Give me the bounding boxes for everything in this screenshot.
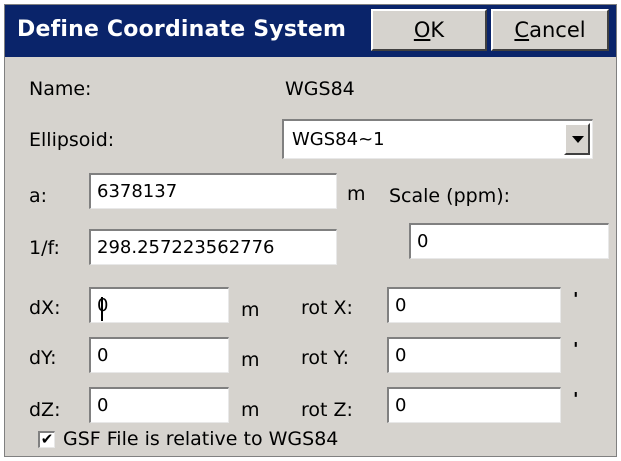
cancel-button[interactable]: Cancel [491,9,609,51]
ellipsoid-select[interactable]: WGS84~1 [282,119,593,159]
name-label: Name: [29,78,92,100]
rot-z-label: rot Z: [301,399,353,421]
ok-label-rest: K [430,18,445,42]
dz-unit: m [241,399,260,421]
inverse-flattening-label: 1/f: [29,237,60,259]
cancel-label-rest: ancel [529,18,586,42]
ok-button[interactable]: OK [371,9,487,51]
define-coordinate-system-dialog: Define Coordinate System OK Cancel Name:… [4,4,617,457]
dy-unit: m [241,349,260,371]
ellipsoid-label: Ellipsoid: [29,129,115,151]
cancel-mnemonic: C [514,18,530,42]
dz-input[interactable] [89,387,229,423]
text-cursor [101,297,103,321]
gsf-relative-checkbox[interactable]: ✔ [38,431,55,448]
dx-label: dX: [29,297,61,319]
a-label: a: [29,185,48,207]
a-input[interactable] [89,173,337,209]
a-unit: m [347,183,366,205]
inverse-flattening-input[interactable] [89,229,337,265]
dz-label: dZ: [29,399,61,421]
rot-x-label: rot X: [301,297,353,319]
rot-y-label: rot Y: [301,347,349,369]
name-value: WGS84 [285,78,355,100]
ellipsoid-selected-value: WGS84~1 [292,129,385,150]
ellipsoid-dropdown-button[interactable] [564,123,590,155]
dy-input[interactable] [89,337,229,373]
chevron-down-icon [572,136,584,143]
gsf-relative-label[interactable]: GSF File is relative to WGS84 [63,428,338,450]
scale-input[interactable] [409,223,609,259]
dy-label: dY: [29,347,57,369]
rot-x-input[interactable] [387,287,561,323]
title-bar: Define Coordinate System OK Cancel [5,5,616,57]
rot-z-unit: ' [573,389,579,410]
rot-x-unit: ' [573,289,579,310]
rot-y-unit: ' [573,339,579,360]
rot-z-input[interactable] [387,387,561,423]
dialog-title: Define Coordinate System [17,17,347,42]
ok-mnemonic: O [413,18,431,42]
dx-input[interactable] [89,287,229,323]
dx-unit: m [241,299,260,321]
scale-label: Scale (ppm): [389,185,511,207]
rot-y-input[interactable] [387,337,561,373]
checkmark-icon: ✔ [40,430,54,448]
